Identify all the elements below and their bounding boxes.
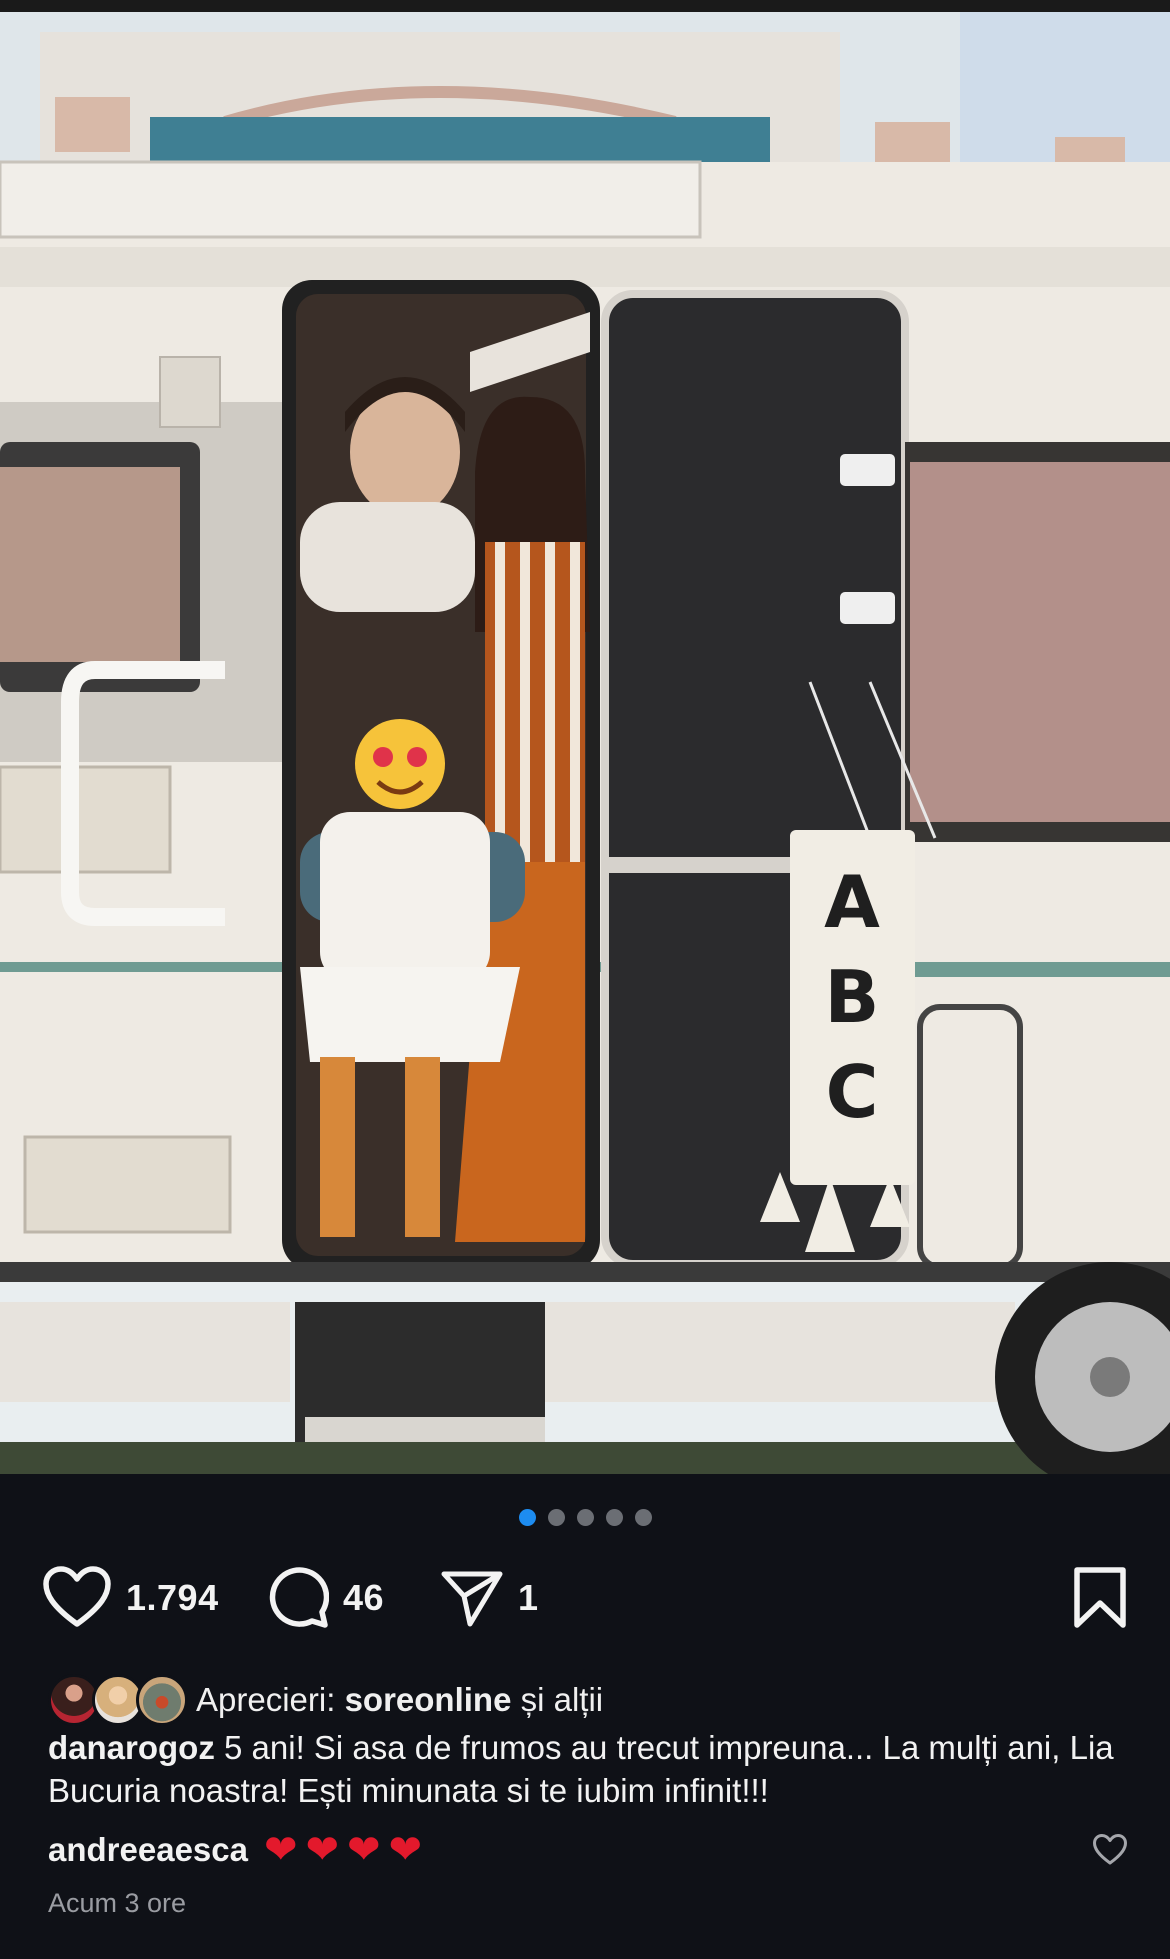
carousel-dot-active	[518, 1509, 536, 1526]
red-heart-emoji: ❤	[305, 1828, 340, 1872]
liked-by-username[interactable]: soreonline	[345, 1681, 512, 1718]
banner-letter-b: B	[825, 955, 880, 1039]
banner-letter-c: C	[826, 1050, 879, 1134]
comment-username[interactable]: andreeaesca	[48, 1831, 248, 1869]
heart-icon	[43, 1566, 111, 1627]
status-strip	[0, 0, 1170, 12]
save-button[interactable]	[1072, 1562, 1128, 1634]
comment-count: 46	[343, 1577, 385, 1618]
carousel-dot	[634, 1509, 652, 1526]
top-comment: andreeaesca ❤ ❤ ❤ ❤	[48, 1822, 1128, 1878]
red-heart-emoji: ❤	[263, 1828, 298, 1872]
bookmark-icon	[1074, 1567, 1126, 1628]
liker-avatars	[48, 1672, 188, 1728]
carousel-dot	[576, 1509, 594, 1526]
share-button[interactable]: 1	[440, 1562, 539, 1634]
share-count: 1	[518, 1577, 539, 1618]
post-image[interactable]: A B C	[0, 12, 1170, 1474]
carousel-dot	[605, 1509, 623, 1526]
carousel-dot	[547, 1509, 565, 1526]
comment-button[interactable]: 46	[267, 1562, 384, 1634]
like-count[interactable]: 1.794	[126, 1577, 219, 1619]
liked-by-suffix[interactable]: și alții	[511, 1681, 604, 1718]
post-actions-bar: 1.794 46 1	[42, 1562, 1128, 1634]
comment-text: ❤ ❤ ❤ ❤	[264, 1830, 422, 1870]
send-icon	[441, 1571, 503, 1627]
liked-by-row[interactable]: Aprecieri: soreonline și alții	[48, 1672, 603, 1728]
caption-username[interactable]: danarogoz	[48, 1729, 215, 1766]
comment-like-button[interactable]	[1092, 1834, 1128, 1871]
liked-by-prefix: Aprecieri:	[196, 1681, 345, 1718]
red-heart-emoji: ❤	[347, 1828, 381, 1872]
liked-by-text: Aprecieri: soreonline și alții	[196, 1681, 603, 1719]
post-caption: danarogoz 5 ani! Si asa de frumos au tre…	[48, 1726, 1128, 1812]
carousel-indicator	[0, 1509, 1170, 1526]
comment-bubble-icon	[269, 1567, 329, 1628]
like-button[interactable]: 1.794	[42, 1562, 219, 1634]
post-timestamp: Acum 3 ore	[48, 1888, 187, 1918]
heart-icon	[1093, 1834, 1127, 1865]
camper-photo: A B C	[0, 12, 1170, 1474]
banner-letter-a: A	[824, 860, 880, 944]
red-heart-emoji: ❤	[388, 1828, 423, 1872]
avatar	[136, 1674, 188, 1726]
